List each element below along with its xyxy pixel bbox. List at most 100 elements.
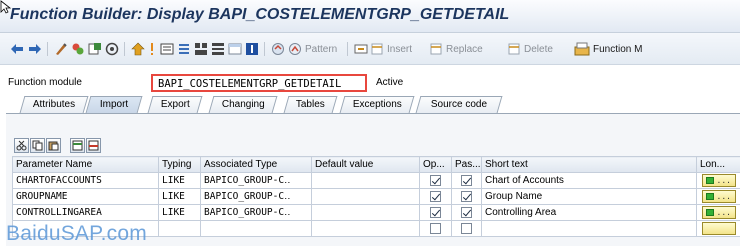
insert-row-icon[interactable] (70, 138, 85, 153)
optional-checkbox[interactable] (430, 223, 441, 234)
info-icon[interactable] (211, 41, 225, 57)
tab-label: Export (160, 99, 190, 110)
table-header-row: Parameter Name Typing Associated Type De… (12, 156, 740, 173)
associated-type-cell[interactable]: BAPICO_GROUP-C‥ (200, 172, 312, 189)
enhance-icon[interactable] (228, 41, 242, 57)
long-text-button[interactable]: ... (701, 206, 736, 219)
cut-icon[interactable] (14, 138, 29, 153)
test-icon[interactable] (177, 41, 191, 57)
column-header-typing[interactable]: Typing (158, 156, 201, 173)
short-text-cell[interactable]: Controlling Area (481, 204, 697, 221)
delete-row-icon[interactable] (86, 138, 101, 153)
active-inactive-icon[interactable] (88, 41, 102, 57)
function-module-button[interactable]: Function M (574, 41, 642, 57)
default-value-cell[interactable] (311, 220, 420, 237)
column-header-parameter-name[interactable]: Parameter Name (12, 156, 159, 173)
optional-checkbox[interactable] (430, 175, 441, 186)
tab-label: Attributes (32, 99, 75, 110)
column-header-short-text[interactable]: Short text (481, 156, 697, 173)
replace-icon (430, 43, 442, 55)
typing-cell[interactable]: LIKE (158, 172, 201, 189)
pass-value-checkbox[interactable] (461, 207, 472, 218)
short-text-cell[interactable]: Chart of Accounts (481, 172, 697, 189)
column-header-pass-value[interactable]: Pas... (451, 156, 482, 173)
insert-line-button[interactable]: Insert (370, 41, 412, 57)
insert-icon (354, 44, 368, 54)
tab-label: Source code (430, 99, 487, 110)
pretty-printer-icon[interactable] (288, 41, 302, 57)
other-object-icon[interactable] (54, 41, 68, 57)
typing-cell[interactable]: LIKE (158, 204, 201, 221)
column-header-associated-type[interactable]: Associated Type (200, 156, 312, 173)
forward-arrow-icon[interactable] (28, 41, 42, 57)
long-text-button[interactable]: ... (701, 190, 736, 203)
optional-cell (419, 188, 452, 205)
function-module-field[interactable]: BAPI_COSTELEMENTGRP_GETDETAIL (151, 74, 367, 92)
pass-value-checkbox[interactable] (461, 223, 472, 234)
delete-icon (508, 43, 520, 55)
optional-checkbox[interactable] (430, 207, 441, 218)
optional-cell (419, 172, 452, 189)
column-header-long-text[interactable]: Lon... (696, 156, 740, 173)
grid-toolbar (14, 138, 102, 154)
tab-tables[interactable]: Tables (283, 96, 338, 113)
function-module-label: Function module (8, 77, 82, 88)
tab-changing[interactable]: Changing (208, 96, 278, 113)
default-value-cell[interactable] (311, 204, 420, 221)
tab-source-code[interactable]: Source code (415, 96, 503, 113)
pass-value-cell (451, 172, 482, 189)
tab-export[interactable]: Export (147, 96, 203, 113)
long-text-button[interactable] (701, 222, 736, 235)
long-text-cell: ... (696, 188, 740, 205)
table-row: CHARTOFACCOUNTS LIKE BAPICO_GROUP-C‥ Cha… (12, 172, 740, 189)
short-text-cell[interactable] (481, 220, 697, 237)
check-icon[interactable] (105, 41, 119, 57)
parameter-name-cell[interactable]: GROUPNAME (12, 188, 159, 205)
replace-button[interactable]: Replace (429, 41, 483, 57)
watermark-text: BaiduSAP.com (6, 222, 147, 245)
tab-label: Changing (221, 99, 265, 110)
typing-cell[interactable]: LIKE (158, 188, 201, 205)
column-header-optional[interactable]: Op... (419, 156, 452, 173)
parameter-name-cell[interactable]: CONTROLLINGAREA (12, 204, 159, 221)
pass-value-cell (451, 188, 482, 205)
default-value-cell[interactable] (311, 172, 420, 189)
activate-icon[interactable] (131, 41, 145, 57)
long-text-cell: ... (696, 172, 740, 189)
short-text-cell[interactable]: Group Name (481, 188, 697, 205)
tab-import[interactable]: Import (85, 96, 143, 113)
column-header-default-value[interactable]: Default value (311, 156, 420, 173)
optional-checkbox[interactable] (430, 191, 441, 202)
default-value-cell[interactable] (311, 188, 420, 205)
pattern-label: Pattern (305, 43, 338, 55)
back-arrow-icon[interactable] (10, 41, 24, 57)
table-row: CONTROLLINGAREA LIKE BAPICO_GROUP-C‥ Con… (12, 204, 740, 221)
function-module-header: Function module BAPI_COSTELEMENTGRP_GETD… (0, 66, 740, 94)
navigation-window-icon[interactable] (194, 41, 208, 57)
delete-button[interactable]: Delete (507, 41, 553, 57)
tab-label: Tables (295, 99, 325, 110)
change-display-icon[interactable] (71, 41, 85, 57)
tab-exceptions[interactable]: Exceptions (339, 96, 415, 113)
copy-icon[interactable] (30, 138, 45, 153)
insert-button[interactable] (354, 41, 368, 57)
tab-attributes[interactable]: Attributes (19, 96, 89, 113)
pass-value-checkbox[interactable] (461, 191, 472, 202)
pass-value-checkbox[interactable] (461, 175, 472, 186)
typing-cell[interactable] (158, 220, 201, 237)
replace-label: Replace (446, 43, 483, 55)
parameter-name-cell[interactable]: CHARTOFACCOUNTS (12, 172, 159, 189)
associated-type-cell[interactable] (200, 220, 312, 237)
pattern-button[interactable]: Pattern (302, 41, 337, 57)
modification-icon[interactable] (245, 41, 259, 57)
copy-block-icon[interactable] (271, 41, 285, 57)
display-object-list-icon[interactable] (160, 41, 174, 57)
associated-type-cell[interactable]: BAPICO_GROUP-C‥ (200, 188, 312, 205)
associated-type-cell[interactable]: BAPICO_GROUP-C‥ (200, 204, 312, 221)
where-used-icon[interactable] (149, 41, 155, 57)
long-text-button[interactable]: ... (701, 174, 736, 187)
paste-icon[interactable] (46, 138, 61, 153)
pass-value-cell (451, 204, 482, 221)
insert-label: Insert (387, 43, 413, 55)
title-bar: Function Builder: Display BAPI_COSTELEME… (0, 0, 740, 33)
